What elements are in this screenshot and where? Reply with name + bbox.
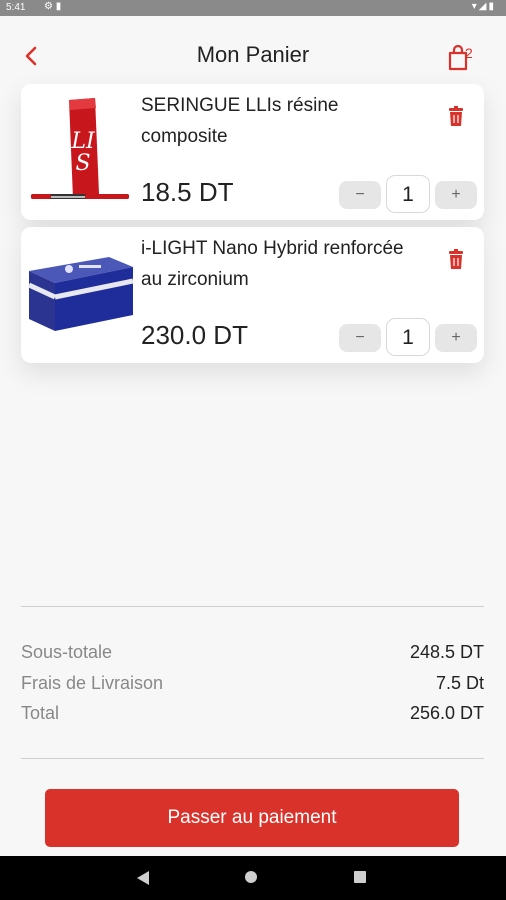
product-price: 18.5 DT xyxy=(141,177,234,207)
decrease-quantity-button[interactable]: − xyxy=(339,181,381,209)
status-system-icons: ▾◢▮ xyxy=(471,1,496,12)
product-price: 230.0 DT xyxy=(141,320,248,350)
cart-item: i-LIGHT Nano Hybrid renforcée au zirconi… xyxy=(21,227,484,363)
subtotal-row: Sous-totale 248.5 DT xyxy=(21,642,484,666)
status-bar: 5:41 ⚙ ▮ ▾◢▮ xyxy=(0,0,506,16)
app-bar: Mon Panier 2 xyxy=(0,16,506,88)
quantity-value: 1 xyxy=(386,318,430,356)
product-name: i-LIGHT Nano Hybrid renforcée au zirconi… xyxy=(141,238,404,290)
product-name: SERINGUE LLIs résine composite xyxy=(141,95,339,147)
android-recents-icon[interactable] xyxy=(354,871,366,883)
page-title: Mon Panier xyxy=(196,42,310,67)
summary-top-divider xyxy=(21,606,484,607)
trash-icon[interactable] xyxy=(447,106,465,126)
cart-item: LI S SERINGUE LLIs résine composite 18.5… xyxy=(21,84,484,220)
subtotal-value: 248.5 DT xyxy=(409,642,484,662)
cart-count-badge: 2 xyxy=(465,45,473,61)
android-nav-bar xyxy=(0,856,506,900)
trash-icon[interactable] xyxy=(447,249,465,269)
checkout-button[interactable]: Passer au paiement xyxy=(45,789,459,847)
delivery-fee-row: Frais de Livraison 7.5 Dt xyxy=(21,673,484,697)
android-back-icon[interactable] xyxy=(136,870,150,886)
product-image-box xyxy=(27,257,134,331)
increase-quantity-button[interactable]: + xyxy=(435,181,477,209)
subtotal-label: Sous-totale xyxy=(21,642,113,662)
delivery-fee-label: Frais de Livraison xyxy=(21,673,164,693)
delivery-fee-value: 7.5 Dt xyxy=(435,673,484,693)
quantity-value: 1 xyxy=(386,175,430,213)
summary-bottom-divider xyxy=(21,758,484,759)
svg-text:S: S xyxy=(75,151,90,176)
status-time: 5:41 xyxy=(6,2,26,13)
increase-quantity-button[interactable]: + xyxy=(435,324,477,352)
total-row: Total 256.0 DT xyxy=(21,703,484,727)
decrease-quantity-button[interactable]: − xyxy=(339,324,381,352)
total-label: Total xyxy=(21,703,60,723)
total-value: 256.0 DT xyxy=(409,703,484,723)
product-image-syringe: LI S xyxy=(31,98,129,199)
status-notification-icons: ⚙ ▮ xyxy=(44,1,62,12)
android-home-icon[interactable] xyxy=(245,871,257,883)
